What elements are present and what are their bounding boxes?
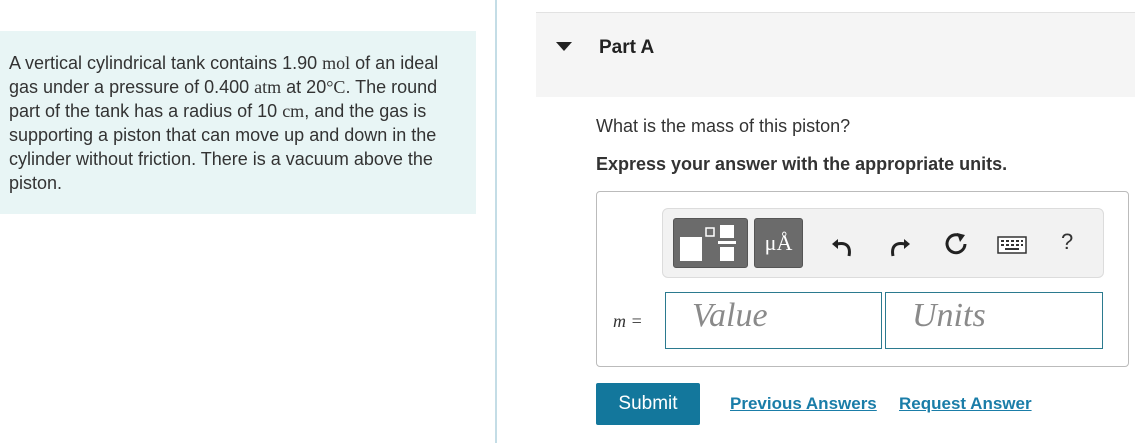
unit-celsius: °C [326, 77, 346, 97]
panel-divider [495, 0, 497, 443]
unit-cm: cm [282, 101, 305, 121]
value-input[interactable]: Value [665, 292, 882, 349]
problem-text: A vertical cylindrical tank contains 1.9… [9, 53, 323, 73]
math-toolbar: μÅ ? [662, 208, 1104, 278]
variable-label: m = [613, 311, 643, 332]
unit-atm: atm [254, 77, 282, 97]
unit-mol: mol [322, 53, 351, 73]
part-title: Part A [599, 37, 655, 58]
request-answer-link[interactable]: Request Answer [899, 394, 1032, 414]
instruction-text: Express your answer with the appropriate… [596, 154, 1008, 174]
undo-icon[interactable] [829, 230, 857, 258]
caret-down-icon[interactable] [556, 42, 572, 51]
template-icon[interactable] [673, 218, 748, 268]
units-icon[interactable]: μÅ [754, 218, 803, 268]
question-text: What is the mass of this piston? [596, 116, 851, 136]
units-input[interactable]: Units [885, 292, 1103, 349]
problem-statement: A vertical cylindrical tank contains 1.9… [0, 31, 476, 214]
problem-text: at 20 [281, 77, 327, 97]
part-header[interactable]: Part A [536, 12, 1135, 97]
submit-button[interactable]: Submit [596, 383, 700, 425]
keyboard-icon[interactable] [997, 235, 1027, 255]
variable-label-text: m = [613, 311, 643, 331]
reset-icon[interactable] [942, 230, 970, 258]
help-icon[interactable]: ? [1061, 229, 1073, 255]
previous-answers-link[interactable]: Previous Answers [730, 394, 877, 414]
redo-icon[interactable] [885, 230, 913, 258]
